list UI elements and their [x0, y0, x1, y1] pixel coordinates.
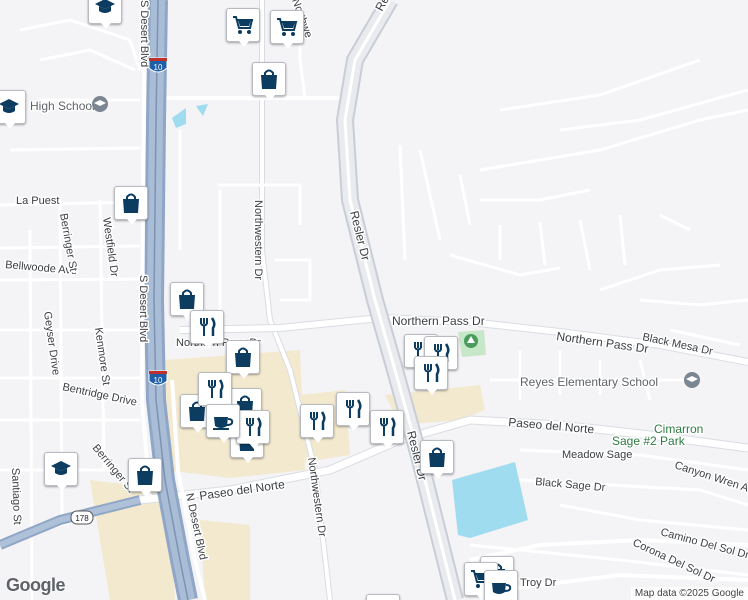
fork-knife-icon — [424, 363, 440, 382]
sr178-shield: 178 — [70, 510, 94, 525]
restaurant-marker[interactable] — [300, 404, 334, 443]
shopping-marker[interactable] — [366, 594, 400, 600]
fork-knife-icon — [310, 411, 326, 430]
grocery-marker[interactable] — [226, 8, 260, 47]
shopping-marker[interactable] — [420, 440, 454, 479]
shopping-cart-icon — [233, 16, 254, 34]
label-reyes-elementary: Reyes Elementary School — [520, 375, 658, 389]
coffee-cup-icon — [492, 583, 512, 594]
svg-text:10: 10 — [154, 63, 163, 72]
shopping-bag-icon — [235, 347, 251, 367]
fork-knife-icon — [346, 399, 362, 418]
restaurant-marker[interactable] — [236, 410, 270, 449]
label-la-puesta: La Puest — [16, 195, 59, 207]
shopping-bag-icon — [429, 447, 445, 467]
i10-shield-north: 10 — [148, 57, 168, 73]
svg-text:10: 10 — [154, 376, 163, 385]
shopping-marker[interactable] — [128, 458, 162, 497]
water-basin — [452, 462, 528, 538]
label-northern-pass-dr: Northern Pass Dr — [392, 314, 485, 328]
label-bentridge-drive: Bentridge Drive — [61, 381, 138, 409]
shopping-marker[interactable] — [226, 340, 260, 379]
label-geyser-drive: Geyser Drive — [41, 311, 62, 376]
label-northern-pass-dr-east: Northern Pass Dr — [556, 329, 650, 356]
shopping-bag-icon — [261, 69, 277, 89]
grocery-marker[interactable] — [270, 10, 304, 49]
label-paseo-del-norte: Paseo del Norte — [198, 477, 285, 503]
restaurant-marker[interactable] — [190, 310, 224, 349]
map-canvas[interactable]: Resler Resler Dr Resler Dr Northwestern … — [0, 0, 748, 600]
i10-shield-south: 10 — [148, 370, 168, 386]
restaurant-marker[interactable] — [336, 392, 370, 431]
graduation-cap-icon — [0, 99, 19, 113]
fork-knife-icon — [200, 317, 216, 336]
cafe-marker[interactable] — [206, 404, 240, 443]
water-pond — [172, 108, 186, 128]
fork-knife-icon — [246, 417, 262, 436]
shopping-bag-icon — [179, 289, 195, 309]
map-attribution[interactable]: Map data ©2025 Google — [630, 587, 748, 600]
label-s-desert-blvd-north: S Desert Blvd — [138, 0, 150, 67]
shopping-bag-icon — [123, 193, 139, 213]
restaurant-marker[interactable] — [370, 410, 404, 449]
label-northwestern-dr: Northwestern Dr — [252, 200, 264, 280]
label-cimarron-park: Sage #2 Park — [612, 434, 686, 448]
cafe-marker[interactable] — [484, 570, 518, 600]
google-logo: Google — [6, 575, 66, 595]
fork-knife-icon — [380, 417, 396, 436]
school-marker[interactable] — [88, 0, 122, 29]
school-marker[interactable] — [44, 452, 78, 491]
graduation-cap-icon — [51, 461, 71, 475]
label-troy-dr: Troy Dr — [520, 577, 557, 589]
restaurant-marker[interactable] — [198, 372, 232, 411]
graduation-cap-icon — [95, 0, 115, 13]
label-paseo-del-norte-east: Paseo del Norte — [508, 415, 595, 436]
label-high-school: High School — [30, 99, 95, 113]
shopping-marker[interactable] — [252, 62, 286, 101]
label-black-sage-dr: Black Sage Dr — [535, 476, 606, 494]
fork-knife-icon — [208, 379, 224, 398]
water-pond — [196, 104, 208, 116]
restaurant-marker[interactable] — [414, 356, 448, 395]
label-black-mesa-dr: Black Mesa Dr — [641, 331, 714, 358]
commercial-area — [200, 520, 250, 600]
label-santiago-st: Santiago St — [9, 468, 23, 525]
school-marker[interactable] — [0, 90, 26, 129]
shopping-marker[interactable] — [114, 186, 148, 225]
label-meadow-sage: Meadow Sage — [562, 449, 632, 461]
map-base-layer: Resler Resler Dr Resler Dr Northwestern … — [0, 0, 748, 600]
label-s-desert-blvd: S Desert Blvd — [137, 275, 149, 342]
shopping-bag-icon — [137, 465, 153, 485]
svg-text:178: 178 — [75, 514, 89, 523]
coffee-cup-icon — [213, 417, 234, 430]
shopping-cart-icon — [277, 18, 298, 36]
